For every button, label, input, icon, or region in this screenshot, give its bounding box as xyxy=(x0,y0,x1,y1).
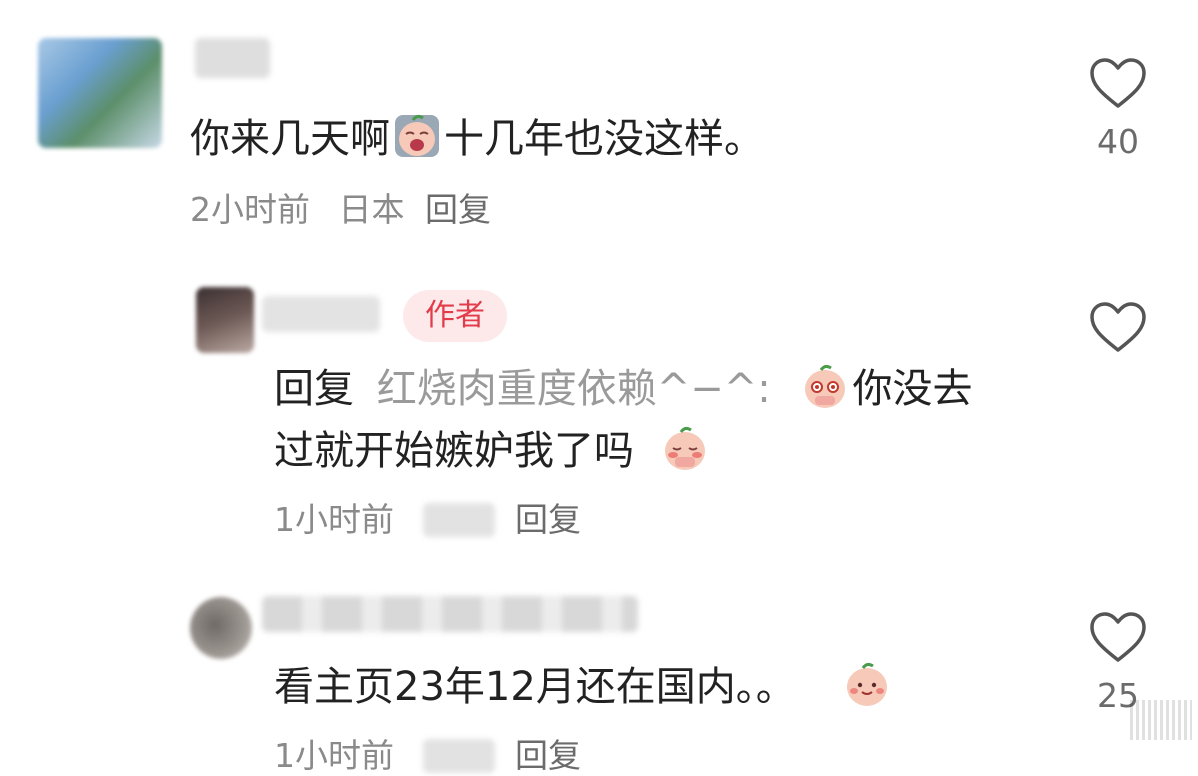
avatar[interactable] xyxy=(196,287,254,353)
smiling-face-emoji-icon xyxy=(846,662,887,706)
reply-button[interactable]: 回复 xyxy=(515,736,581,775)
timestamp: 1小时前 xyxy=(274,500,394,539)
comment-text: 你来几天啊 十几年也没这样。 xyxy=(190,108,764,170)
location-redacted xyxy=(422,503,495,537)
pleading-face-emoji-icon xyxy=(805,364,846,408)
like-button[interactable]: 40 xyxy=(1086,56,1150,162)
timestamp: 1小时前 xyxy=(274,736,394,775)
comment-text-line2: 过就开始嫉妒我了吗 xyxy=(274,420,712,482)
like-button[interactable] xyxy=(1086,300,1150,354)
heart-icon xyxy=(1090,302,1146,352)
heart-icon xyxy=(1090,612,1146,662)
reply-button[interactable]: 回复 xyxy=(515,500,581,539)
comment-text: 回复 红烧肉重度依赖^−^: 你没去 xyxy=(274,358,972,420)
author-badge: 作者 xyxy=(403,290,507,342)
shy-face-emoji-icon xyxy=(664,426,705,470)
username[interactable] xyxy=(262,596,638,632)
comment-meta: 2小时前 日本 回复 xyxy=(190,190,491,230)
mention-link[interactable]: 红烧肉重度依赖^−^: xyxy=(377,366,771,412)
crying-face-emoji-icon xyxy=(395,114,439,157)
heart-icon xyxy=(1090,58,1146,108)
avatar[interactable] xyxy=(38,38,162,148)
watermark xyxy=(1130,700,1192,740)
location-redacted xyxy=(422,739,495,773)
like-count: 40 xyxy=(1097,122,1139,161)
comment-meta: 1小时前 回复 xyxy=(274,736,581,776)
location: 日本 xyxy=(338,190,405,229)
comment-text: 看主页23年12月还在国内。。 xyxy=(274,656,894,718)
timestamp: 2小时前 xyxy=(190,190,310,229)
avatar[interactable] xyxy=(190,597,252,659)
reply-button[interactable]: 回复 xyxy=(425,190,491,229)
username[interactable] xyxy=(262,296,380,332)
comment-meta: 1小时前 回复 xyxy=(274,500,581,540)
username[interactable] xyxy=(195,38,270,78)
